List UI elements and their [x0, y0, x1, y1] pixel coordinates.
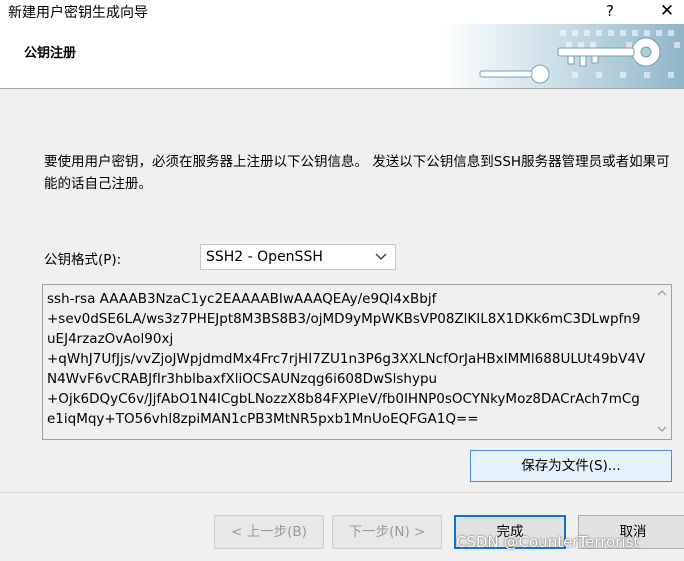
help-button[interactable]: ? — [600, 0, 620, 22]
format-select-value: SSH2 - OpenSSH — [206, 249, 323, 265]
back-button[interactable]: < 上一步(B) — [214, 515, 324, 549]
watermark: CSDN @CounterTerrorist — [456, 533, 640, 551]
save-to-file-button[interactable]: 保存为文件(S)... — [470, 450, 672, 482]
public-key-text[interactable]: ssh-rsa AAAAB3NzaC1yc2EAAAABIwAAAQEAy/e9… — [47, 289, 647, 429]
key-banner-icon — [440, 24, 684, 88]
scroll-up-icon[interactable] — [657, 289, 667, 297]
scroll-down-icon[interactable] — [657, 425, 667, 433]
chevron-down-icon — [375, 253, 387, 260]
close-button[interactable]: ✕ — [652, 0, 682, 22]
window-title: 新建用户密钥生成向导 — [8, 5, 148, 21]
wizard-header: 公钥注册 — [0, 24, 684, 89]
public-key-textarea[interactable]: ssh-rsa AAAAB3NzaC1yc2EAAAABIwAAAQEAy/e9… — [42, 284, 672, 440]
instruction-text: 要使用用户密钥，必须在服务器上注册以下公钥信息。 发送以下公钥信息到SSH服务器… — [44, 154, 670, 192]
format-select[interactable]: SSH2 - OpenSSH — [200, 244, 396, 270]
format-label: 公钥格式(P): — [44, 252, 122, 268]
vertical-scrollbar[interactable] — [653, 285, 671, 439]
page-title: 公钥注册 — [24, 46, 77, 61]
wizard-body: 要使用用户密钥，必须在服务器上注册以下公钥信息。 发送以下公钥信息到SSH服务器… — [0, 89, 684, 492]
next-button[interactable]: 下一步(N) > — [332, 515, 442, 549]
title-bar: 新建用户密钥生成向导 ? ✕ — [0, 0, 684, 24]
